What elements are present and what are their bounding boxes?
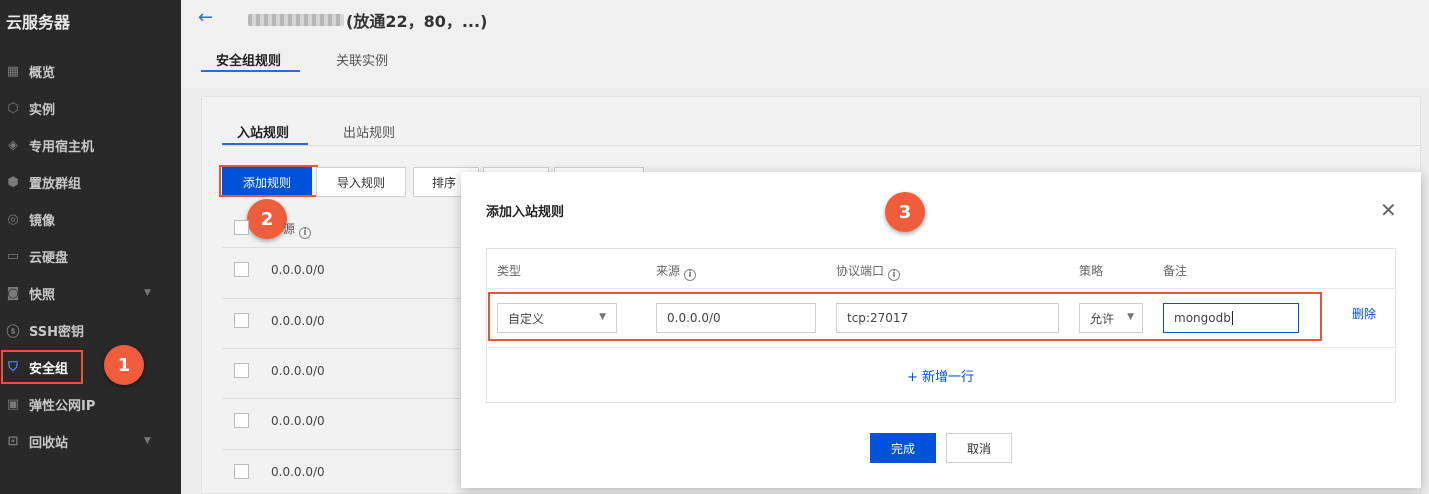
chevron-down-icon: ▼: [144, 436, 151, 446]
rule-table-header: [487, 249, 1395, 289]
sidebar-item-label: 回收站: [29, 435, 69, 451]
sidebar-item-label: 快照: [29, 287, 56, 303]
sidebar-item-7[interactable]: ⓢ SSH密钥: [0, 317, 181, 343]
import-rules-button[interactable]: 导入规则: [316, 167, 406, 197]
add-row-link[interactable]: + 新增一行: [907, 366, 974, 385]
row-checkbox[interactable]: [234, 413, 249, 428]
sidebar-item-0[interactable]: ▦ 概览: [0, 58, 181, 84]
tab-outbound[interactable]: 出站规则: [343, 122, 395, 141]
layers-icon: ◈: [8, 137, 18, 153]
grid-icon: ▦: [6, 63, 20, 79]
info-icon: i: [684, 269, 697, 281]
row-divider: [487, 347, 1395, 348]
tab-divider: [222, 145, 1422, 146]
table-row-source: 0.0.0.0/0: [271, 465, 325, 479]
col-type: 类型: [497, 264, 522, 278]
page-title: (放通22，80，...): [346, 12, 488, 31]
back-arrow-icon[interactable]: ←: [198, 7, 213, 28]
tab-security-rules[interactable]: 安全组规则: [216, 50, 281, 69]
info-icon: i: [299, 227, 312, 239]
sidebar-item-label: 云硬盘: [29, 250, 69, 266]
key-icon: ⓢ: [6, 324, 20, 340]
drive-icon: ▭: [6, 248, 20, 264]
sidebar-item-label: SSH密钥: [29, 324, 85, 340]
hexagon-icon: ⬢: [7, 174, 19, 190]
highlight-rule-row: [488, 292, 1322, 341]
sidebar-item-6[interactable]: ◙ 快照 ▼: [0, 280, 181, 306]
sidebar-item-label: 概览: [29, 65, 56, 81]
source-header: 源i: [283, 220, 312, 239]
ip-icon: ▣: [6, 396, 20, 412]
row-checkbox[interactable]: [234, 262, 249, 277]
sidebar-item-label: 镜像: [29, 213, 56, 229]
step-badge-1: 1: [104, 345, 144, 385]
col-port: 协议端口 i: [836, 262, 901, 281]
col-source: 来源 i: [656, 262, 697, 281]
info-icon: i: [888, 269, 901, 281]
sidebar-item-2[interactable]: ◈ 专用宿主机: [0, 132, 181, 158]
sidebar-title: 云服务器: [6, 13, 71, 32]
camera-icon: ◙: [6, 285, 20, 301]
table-row-source: 0.0.0.0/0: [271, 364, 325, 378]
chevron-down-icon: ▼: [144, 288, 151, 298]
sidebar-item-label: 置放群组: [29, 176, 82, 192]
row-divider: [222, 298, 462, 299]
row-checkbox[interactable]: [234, 363, 249, 378]
step-badge-2: 2: [247, 199, 287, 239]
close-icon[interactable]: ✕: [1380, 198, 1397, 222]
table-row-source: 0.0.0.0/0: [271, 263, 325, 277]
tab-associated-instances[interactable]: 关联实例: [336, 50, 388, 69]
highlight-security-group: [1, 350, 83, 384]
sidebar-item-3[interactable]: ⬢ 置放群组: [0, 169, 181, 195]
row-divider: [222, 348, 462, 349]
sidebar-item-5[interactable]: ▭ 云硬盘: [0, 243, 181, 269]
dialog-title: 添加入站规则: [486, 205, 565, 220]
sidebar-item-10[interactable]: ⊡ 回收站 ▼: [0, 428, 181, 454]
sidebar-item-label: 弹性公网IP: [29, 398, 96, 414]
col-note: 备注: [1163, 264, 1188, 278]
sidebar-item-label: 实例: [29, 102, 56, 118]
row-checkbox[interactable]: [234, 464, 249, 479]
sidebar-item-label: 专用宿主机: [29, 139, 95, 155]
blurred-name: [248, 14, 344, 26]
sidebar-item-4[interactable]: ◎ 镜像: [0, 206, 181, 232]
row-checkbox[interactable]: [234, 313, 249, 328]
confirm-button[interactable]: 完成: [870, 433, 936, 463]
cancel-button[interactable]: 取消: [946, 433, 1012, 463]
row-divider: [222, 398, 462, 399]
step-badge-3: 3: [885, 192, 925, 232]
tab-inbound[interactable]: 入站规则: [237, 122, 289, 141]
col-policy: 策略: [1079, 264, 1104, 278]
select-all-checkbox[interactable]: [234, 220, 249, 235]
table-row-source: 0.0.0.0/0: [271, 414, 325, 428]
subtab-underline: [222, 143, 308, 145]
row-divider: [222, 247, 462, 248]
highlight-add-rule: [219, 165, 318, 197]
cube-icon: ⬡: [7, 100, 19, 116]
table-row-source: 0.0.0.0/0: [271, 314, 325, 328]
delete-link[interactable]: 删除: [1352, 305, 1376, 322]
sidebar-item-1[interactable]: ⬡ 实例: [0, 95, 181, 121]
trash-icon: ⊡: [7, 433, 19, 449]
disc-icon: ◎: [7, 211, 19, 227]
tab-underline: [201, 70, 300, 72]
sidebar-item-9[interactable]: ▣ 弹性公网IP: [0, 391, 181, 417]
row-divider: [222, 449, 462, 450]
